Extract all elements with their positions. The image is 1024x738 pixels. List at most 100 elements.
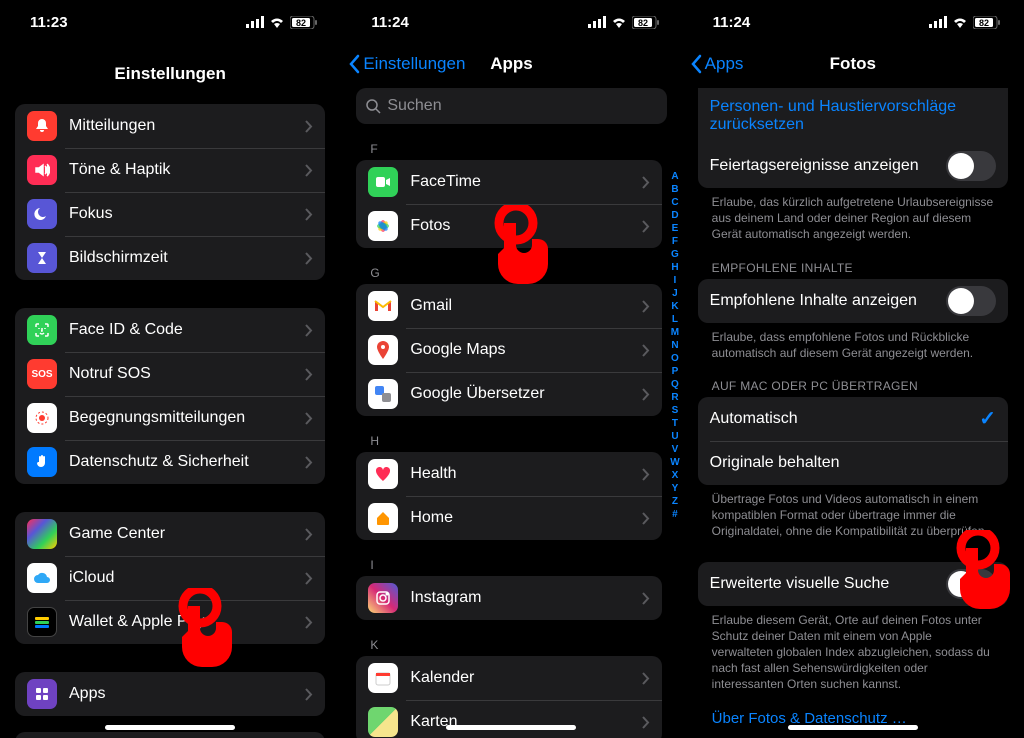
row-icloud[interactable]: iCloud [15, 556, 325, 600]
evs-footer: Erlaube diesem Gerät, Orte auf deinen Fo… [712, 612, 994, 693]
index-letter[interactable]: H [670, 261, 679, 274]
index-letter[interactable]: B [670, 183, 679, 196]
hourglass-icon [27, 243, 57, 273]
row-fokus[interactable]: Fokus [15, 192, 325, 236]
back-button[interactable]: Einstellungen [349, 54, 465, 74]
index-letter[interactable]: Z [670, 495, 679, 508]
index-letter[interactable]: X [670, 469, 679, 482]
row-label: Health [410, 465, 641, 483]
search-placeholder: Suchen [387, 97, 441, 115]
index-letter[interactable]: E [670, 222, 679, 235]
row-transfer-orig[interactable]: Originale behalten [698, 441, 1008, 485]
wallet-icon [27, 607, 57, 637]
row-entwicklung[interactable]: Entwicklung [15, 732, 325, 738]
group-apps: Apps [15, 672, 325, 716]
row-facetime[interactable]: FaceTime [356, 160, 661, 204]
row-gamecenter[interactable]: Game Center [15, 512, 325, 556]
row-instagram[interactable]: Instagram [356, 576, 661, 620]
row-gmail[interactable]: Gmail [356, 284, 661, 328]
index-letter[interactable]: V [670, 443, 679, 456]
grid-icon [27, 679, 57, 709]
gmail-icon [368, 291, 398, 321]
row-exposure[interactable]: Begegnungsmitteilungen [15, 396, 325, 440]
translate-icon [368, 379, 398, 409]
status-time: 11:24 [713, 14, 751, 31]
index-letter[interactable]: A [670, 170, 679, 183]
row-label: Empfohlene Inhalte anzeigen [710, 292, 946, 310]
row-faceid[interactable]: Face ID & Code [15, 308, 325, 352]
featured-toggle[interactable] [946, 286, 996, 316]
index-letter[interactable]: D [670, 209, 679, 222]
index-letter[interactable]: R [670, 391, 679, 404]
gamecenter-icon [27, 519, 57, 549]
row-kalender[interactable]: Kalender [356, 656, 661, 700]
index-letter[interactable]: L [670, 313, 679, 326]
row-label: Erweiterte visuelle Suche [710, 575, 946, 593]
index-letter[interactable]: I [670, 274, 679, 287]
row-label: Fotos [410, 217, 641, 235]
index-letter[interactable]: W [670, 456, 679, 469]
row-wallet[interactable]: Wallet & Apple Pay [15, 600, 325, 644]
row-bildschirmzeit[interactable]: Bildschirmzeit [15, 236, 325, 280]
back-label: Einstellungen [363, 54, 465, 74]
status-bar: 11:24 82 [341, 0, 681, 44]
row-sos[interactable]: SOS Notruf SOS [15, 352, 325, 396]
index-letter[interactable]: K [670, 300, 679, 313]
apps-content[interactable]: F FaceTime Fotos G Gmail Google Maps [341, 124, 681, 738]
calendar-icon [368, 663, 398, 693]
fotos-content[interactable]: Personen- und Haustiervorschläge zurücks… [683, 84, 1023, 727]
row-transfer-auto[interactable]: Automatisch ✓ [698, 397, 1008, 441]
index-letter[interactable]: P [670, 365, 679, 378]
settings-content[interactable]: Mitteilungen Töne & Haptik Fokus Bildsch… [0, 94, 340, 738]
row-karten[interactable]: Karten [356, 700, 661, 738]
row-privacy[interactable]: Datenschutz & Sicherheit [15, 440, 325, 484]
index-letter[interactable]: S [670, 404, 679, 417]
row-home[interactable]: Home [356, 496, 661, 540]
reset-people-link[interactable]: Personen- und Haustiervorschläge zurücks… [698, 88, 1008, 144]
chevron-right-icon [305, 616, 313, 629]
search-input[interactable]: Suchen [356, 88, 666, 124]
row-toene[interactable]: Töne & Haptik [15, 148, 325, 192]
status-right: 82 [588, 16, 660, 29]
wifi-icon [611, 16, 627, 28]
chevron-right-icon [305, 252, 313, 265]
chevron-right-icon [305, 208, 313, 221]
index-letter[interactable]: T [670, 417, 679, 430]
cloud-icon [27, 563, 57, 593]
index-letter[interactable]: F [670, 235, 679, 248]
row-googlemaps[interactable]: Google Maps [356, 328, 661, 372]
index-letter[interactable]: Q [670, 378, 679, 391]
index-letter[interactable]: # [670, 508, 679, 521]
evs-toggle[interactable] [946, 569, 996, 599]
row-label: Face ID & Code [69, 321, 305, 339]
index-letter[interactable]: J [670, 287, 679, 300]
page-title: Einstellungen [114, 64, 225, 84]
home-indicator[interactable] [788, 725, 918, 730]
chevron-right-icon [642, 592, 650, 605]
back-button[interactable]: Apps [691, 54, 744, 74]
face-icon [27, 315, 57, 345]
nav-bar: Einstellungen [0, 54, 340, 94]
index-letter[interactable]: N [670, 339, 679, 352]
index-letter[interactable]: U [670, 430, 679, 443]
search-icon [366, 99, 381, 114]
chevron-right-icon [642, 388, 650, 401]
chevron-left-icon [349, 54, 361, 74]
row-mitteilungen[interactable]: Mitteilungen [15, 104, 325, 148]
row-health[interactable]: Health [356, 452, 661, 496]
index-letter[interactable]: M [670, 326, 679, 339]
holiday-toggle[interactable] [946, 151, 996, 181]
row-apps[interactable]: Apps [15, 672, 325, 716]
index-letter[interactable]: O [670, 352, 679, 365]
row-translate[interactable]: Google Übersetzer [356, 372, 661, 416]
row-label: FaceTime [410, 173, 641, 191]
row-label: Bildschirmzeit [69, 249, 305, 267]
home-indicator[interactable] [446, 725, 576, 730]
alpha-index[interactable]: ABCDEFGHIJKLMNOPQRSTUVWXYZ# [670, 170, 679, 521]
index-letter[interactable]: G [670, 248, 679, 261]
index-letter[interactable]: C [670, 196, 679, 209]
home-indicator[interactable] [105, 725, 235, 730]
index-letter[interactable]: Y [670, 482, 679, 495]
holiday-footer: Erlaube, das kürzlich aufgetretene Urlau… [712, 194, 994, 243]
row-fotos[interactable]: Fotos [356, 204, 661, 248]
